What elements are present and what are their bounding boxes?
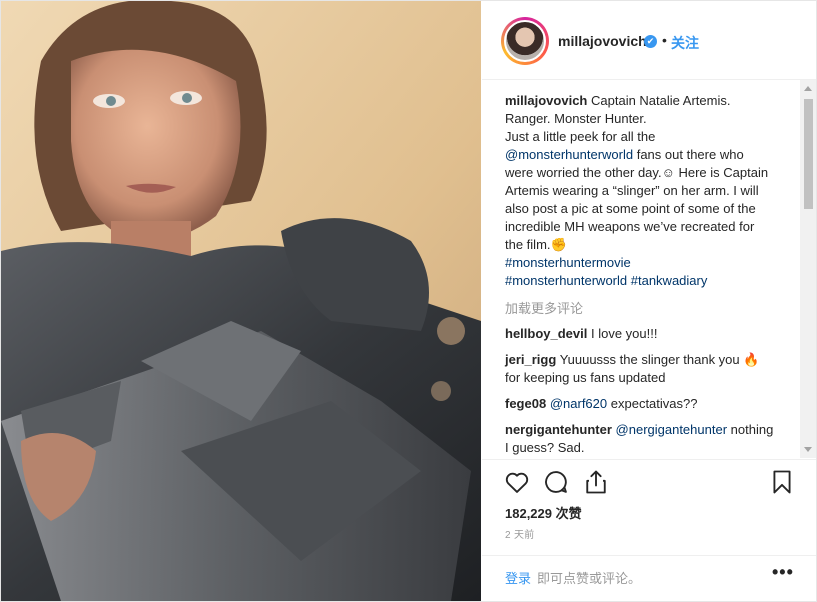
post-header: millajovovich ✔ • 关注	[482, 1, 816, 80]
photo-illustration	[1, 1, 481, 601]
comment-user-link[interactable]: hellboy_devil	[505, 326, 587, 341]
login-link[interactable]: 登录	[505, 568, 531, 587]
share-icon[interactable]	[582, 468, 610, 496]
comment-icon[interactable]	[542, 468, 570, 496]
avatar[interactable]	[501, 17, 549, 65]
like-count[interactable]: 182,229 次赞	[505, 503, 582, 522]
scroll-thumb[interactable]	[804, 99, 813, 209]
comment-text: I love you!!!	[591, 326, 658, 341]
comment-text: expectativas??	[610, 396, 698, 411]
comments-list[interactable]: millajovovich Captain Natalie Artemis. R…	[482, 80, 800, 458]
fist-emoji-icon: ✊	[550, 237, 567, 252]
comment-user-link[interactable]: jeri_rigg	[505, 352, 556, 367]
more-options-icon[interactable]: •••	[772, 562, 794, 583]
follow-button[interactable]: 关注	[671, 33, 699, 53]
post-timestamp[interactable]: 2 天前	[505, 526, 535, 541]
login-hint-text: 即可点赞或评论。	[537, 571, 642, 586]
comment-user-link[interactable]: nergigantehunter	[505, 422, 612, 437]
hashtag-link[interactable]: #monsterhuntermovie	[505, 255, 631, 270]
scroll-up-arrow-icon[interactable]	[804, 86, 812, 91]
post-caption: millajovovich Captain Natalie Artemis. R…	[505, 92, 775, 290]
heart-icon[interactable]	[503, 468, 531, 496]
load-more-comments-button[interactable]: 加载更多评论	[505, 298, 800, 317]
comment-user-link[interactable]: fege08	[505, 396, 546, 411]
instagram-post: millajovovich ✔ • 关注 millajovovich Capta…	[0, 0, 817, 602]
caption-author-link[interactable]: millajovovich	[505, 93, 587, 108]
hashtag-link[interactable]: #tankwadiary	[631, 273, 708, 288]
comment-item: jeri_rigg Yuuuusss the slinger thank you…	[505, 351, 775, 387]
comment-item: hellboy_devil I love you!!!	[505, 325, 775, 343]
comment-mention-link[interactable]: @nergigantehunter	[616, 422, 728, 437]
comment-item: fege08 @narf620 expectativas??	[505, 395, 775, 413]
comment-mention-link[interactable]: @narf620	[550, 396, 607, 411]
caption-mention-link[interactable]: @monsterhunterworld	[505, 147, 633, 162]
post-actions: 182,229 次赞 2 天前 登录 即可点赞或评论。 •••	[482, 459, 816, 601]
comments-scrollbar[interactable]	[800, 80, 816, 458]
smile-emoji-icon: ☺	[661, 165, 675, 180]
scroll-down-arrow-icon[interactable]	[804, 447, 812, 452]
separator-dot: •	[662, 32, 667, 48]
hashtag-link[interactable]: #monsterhunterworld	[505, 273, 627, 288]
caption-text-2: Just a little peek for all the	[505, 129, 656, 144]
verified-badge-icon: ✔	[644, 35, 657, 48]
comment-item: nergigantehunter @nergigantehunter nothi…	[505, 421, 775, 457]
username-link[interactable]: millajovovich	[558, 33, 647, 49]
comment-bar: 登录 即可点赞或评论。 •••	[482, 555, 816, 601]
post-details-pane: millajovovich ✔ • 关注 millajovovich Capta…	[482, 1, 816, 601]
avatar-image	[504, 20, 546, 62]
post-photo	[1, 1, 481, 601]
bookmark-icon[interactable]	[768, 468, 796, 496]
